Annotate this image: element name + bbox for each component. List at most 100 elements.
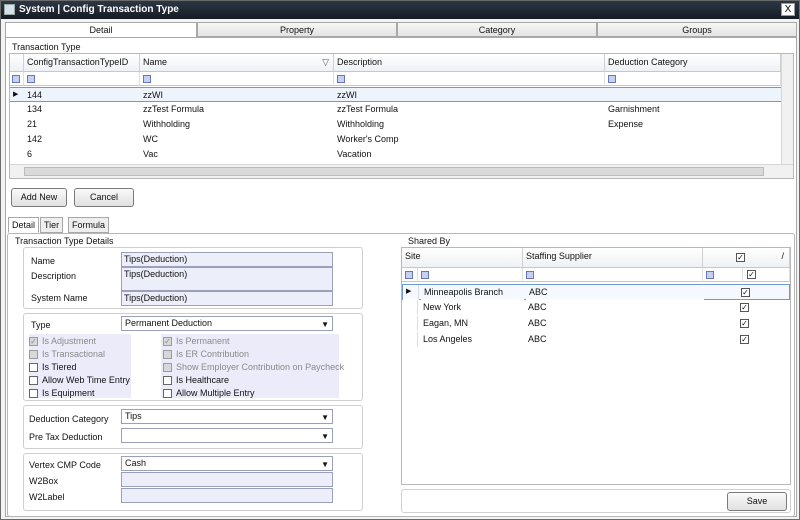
site-cell: Minneapolis Branch	[421, 285, 524, 300]
tab-detail[interactable]: Detail	[5, 22, 197, 38]
filter-cell-supplier[interactable]	[523, 268, 703, 282]
filter-clear-icon[interactable]	[402, 268, 418, 282]
type-select-value: Permanent Deduction	[125, 318, 213, 328]
is-equipment-checkbox[interactable]: Is Equipment	[29, 388, 95, 400]
filter-cell-deduction[interactable]	[605, 72, 781, 86]
table-cell	[605, 88, 781, 103]
table-row[interactable]: ▶ 144 zzWI zzWI	[10, 87, 781, 103]
header-resize-icon: /	[781, 251, 784, 261]
name-label: Name	[31, 256, 56, 266]
name-field[interactable]: Tips(Deduction)	[121, 252, 333, 267]
add-new-button[interactable]: Add New	[11, 188, 67, 207]
system-name-field[interactable]: Tips(Deduction)	[121, 291, 333, 306]
table-cell: Garnishment	[605, 102, 781, 117]
tab-groups[interactable]: Groups	[597, 22, 797, 37]
subtab-formula[interactable]: Formula	[68, 217, 110, 233]
w2label-field[interactable]	[121, 488, 333, 503]
deduction-category-select[interactable]: Tips ▼	[121, 409, 333, 424]
filter-cell-id[interactable]	[24, 72, 140, 86]
site-cell: New York	[420, 300, 523, 315]
table-cell: 142	[24, 132, 140, 147]
supplier-cell: ABC	[525, 332, 703, 347]
row-selector[interactable]	[10, 117, 24, 132]
table-cell: Withholding	[140, 117, 334, 132]
horizontal-scrollbar[interactable]	[10, 164, 793, 178]
table-cell: Withholding	[334, 117, 605, 132]
description-field[interactable]: Tips(Deduction)	[121, 267, 333, 291]
row-selector[interactable]: ▶	[10, 88, 24, 103]
table-row[interactable]: 6 Vac Vacation	[10, 147, 781, 162]
tab-property[interactable]: Property	[197, 22, 397, 37]
save-button[interactable]: Save	[727, 492, 787, 511]
table-cell: zzWI	[334, 88, 605, 103]
row-selector[interactable]	[402, 316, 418, 331]
is-equipment-label: Is Equipment	[42, 388, 95, 398]
filter-cell-shared[interactable]: ✓	[743, 268, 790, 282]
col-header-supplier[interactable]: Staffing Supplier	[523, 248, 703, 268]
filter-cell-description[interactable]	[334, 72, 605, 86]
cancel-button[interactable]: Cancel	[74, 188, 134, 207]
close-icon[interactable]: X	[781, 3, 795, 16]
subtab-detail[interactable]: Detail	[8, 217, 40, 233]
pre-tax-select[interactable]: ▼	[121, 428, 333, 443]
allow-multiple-checkbox[interactable]: Allow Multiple Entry	[163, 388, 255, 400]
row-selector[interactable]	[10, 132, 24, 147]
show-employer-label: Show Employer Contribution on Paycheck	[176, 362, 345, 372]
w2box-field[interactable]	[121, 472, 333, 487]
filter-cell-name[interactable]	[140, 72, 334, 86]
show-employer-checkbox[interactable]: Show Employer Contribution on Paycheck	[163, 362, 344, 374]
subtab-tier[interactable]: Tier	[40, 217, 64, 233]
grid-chooser-icon[interactable]	[10, 54, 24, 72]
w2box-label: W2Box	[29, 476, 59, 486]
filter-check-icon[interactable]: ✓	[747, 270, 756, 279]
list-item[interactable]: ▶ Minneapolis Branch ABC ✓	[402, 284, 790, 300]
table-row[interactable]: 21 Withholding Withholding Expense	[10, 117, 781, 132]
row-selector[interactable]	[402, 300, 418, 315]
table-row[interactable]: 134 zzTest Formula zzTest Formula Garnishme…	[10, 102, 781, 117]
filter-cell-site[interactable]	[418, 268, 523, 282]
is-transactional-checkbox[interactable]: Is Transactional	[29, 349, 105, 361]
type-label: Type	[31, 320, 51, 330]
checkbox-check-icon: ✓	[163, 337, 172, 346]
allow-multiple-label: Allow Multiple Entry	[176, 388, 255, 398]
shared-checkbox[interactable]: ✓	[740, 335, 749, 344]
allow-web-time-checkbox[interactable]: Allow Web Time Entry	[29, 375, 130, 387]
col-header-shared[interactable]: ✓ /	[703, 248, 790, 268]
vertical-scrollbar[interactable]	[781, 54, 793, 164]
vertex-select[interactable]: Cash ▼	[121, 456, 333, 471]
filter-icon[interactable]: ▽	[322, 54, 329, 71]
vertex-value: Cash	[125, 458, 147, 468]
row-selector[interactable]	[402, 332, 418, 347]
is-adjustment-checkbox[interactable]: ✓ Is Adjustment	[29, 336, 96, 348]
is-permanent-checkbox[interactable]: ✓ Is Permanent	[163, 336, 230, 348]
row-selector[interactable]: ▶	[403, 285, 419, 300]
list-item[interactable]: New York ABC ✓	[402, 300, 790, 316]
table-cell: WC	[140, 132, 334, 147]
col-header-site[interactable]: Site	[402, 248, 523, 268]
list-item[interactable]: Los Angeles ABC ✓	[402, 332, 790, 348]
col-header-description[interactable]: Description	[334, 54, 605, 72]
is-healthcare-checkbox[interactable]: Is Healthcare	[163, 375, 229, 387]
shared-checkbox[interactable]: ✓	[740, 319, 749, 328]
is-tiered-checkbox[interactable]: Is Tiered	[29, 362, 77, 374]
col-header-deduction-category[interactable]: Deduction Category	[605, 54, 781, 72]
is-er-contribution-checkbox[interactable]: Is ER Contribution	[163, 349, 249, 361]
row-selector[interactable]	[10, 147, 24, 162]
tab-category[interactable]: Category	[397, 22, 597, 37]
list-item[interactable]: Eagan, MN ABC ✓	[402, 316, 790, 332]
header-checkbox[interactable]: ✓	[736, 253, 745, 262]
horizontal-scroll-thumb[interactable]	[24, 167, 764, 176]
shared-checkbox[interactable]: ✓	[741, 288, 750, 297]
is-er-contribution-label: Is ER Contribution	[176, 349, 250, 359]
title-bar: System | Config Transaction Type X	[1, 1, 799, 19]
filter-clear-icon[interactable]	[10, 72, 24, 86]
row-selector[interactable]	[10, 102, 24, 117]
shared-checkbox[interactable]: ✓	[740, 303, 749, 312]
filter-cell-extra[interactable]	[703, 268, 743, 282]
col-header-id[interactable]: ConfigTransactionTypeID	[24, 54, 140, 72]
type-select[interactable]: Permanent Deduction ▼	[121, 316, 333, 331]
col-header-name[interactable]: Name ▽	[140, 54, 334, 72]
window-icon	[4, 4, 15, 15]
shared-by-grid: Site Staffing Supplier ✓ / ✓ ▶ Minneapoli…	[401, 247, 791, 485]
table-row[interactable]: 142 WC Worker's Comp	[10, 132, 781, 147]
